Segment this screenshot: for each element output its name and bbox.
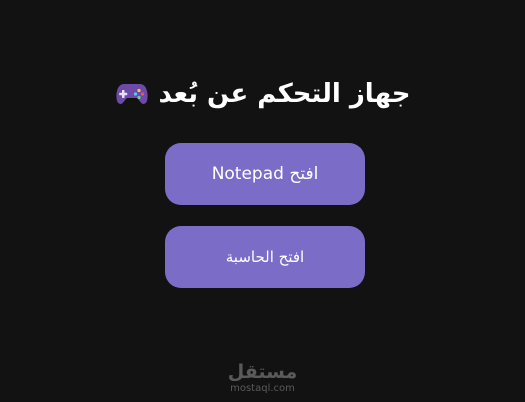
watermark-url: mostaql.com bbox=[230, 383, 295, 394]
watermark-logo: مستقل bbox=[227, 361, 298, 383]
watermark: مستقل mostaql.com bbox=[0, 362, 525, 395]
header: جهاز التحكم عن بُعد bbox=[0, 74, 525, 114]
open-calculator-label: افتح الحاسبة bbox=[225, 248, 305, 266]
open-calculator-button[interactable]: افتح الحاسبة bbox=[165, 226, 365, 288]
gamepad-icon bbox=[115, 84, 148, 104]
open-notepad-button[interactable]: افتح Notepad bbox=[165, 143, 365, 205]
page-title: جهاز التحكم عن بُعد bbox=[158, 79, 411, 109]
open-notepad-label: افتح Notepad bbox=[211, 164, 319, 184]
